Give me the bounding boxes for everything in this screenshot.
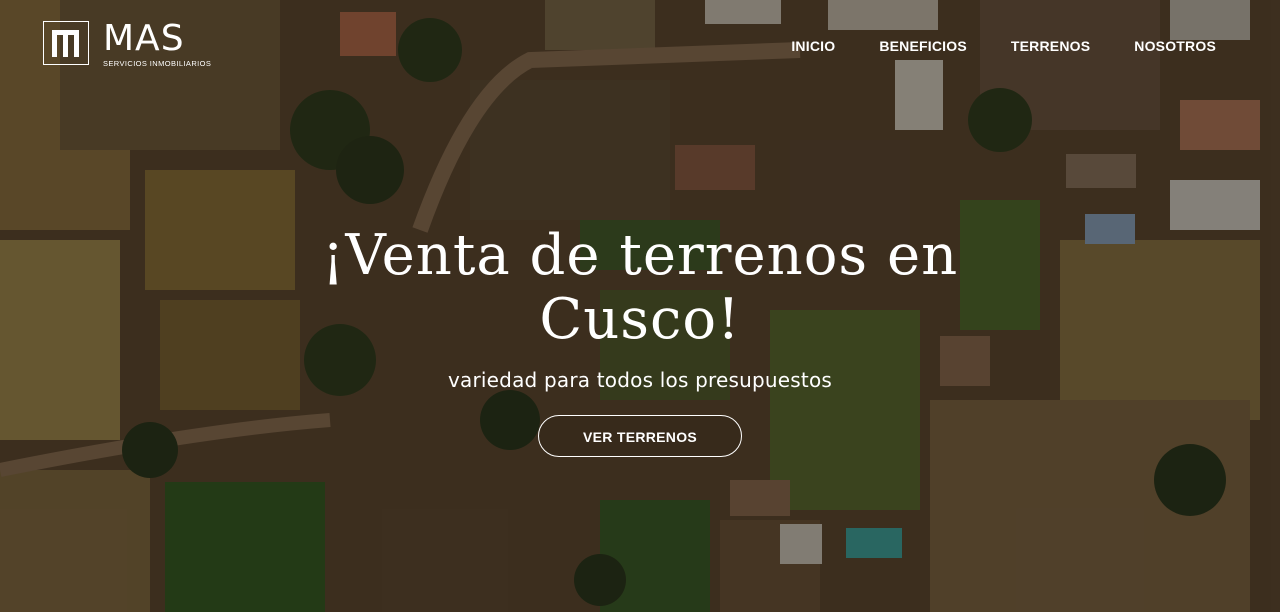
brand-name: MAS: [103, 18, 185, 59]
hero-section: MAS SERVICIOS INMOBILIARIOS INICIO BENEF…: [0, 0, 1280, 612]
ver-terrenos-button[interactable]: VER TERRENOS: [538, 415, 742, 457]
brand-tagline: SERVICIOS INMOBILIARIOS: [103, 59, 212, 68]
hero-content: ¡Venta de terrenos en Cusco! variedad pa…: [0, 224, 1280, 457]
logo-mark-icon: [43, 21, 89, 65]
nav-link-inicio[interactable]: INICIO: [791, 38, 835, 54]
brand-logo[interactable]: MAS SERVICIOS INMOBILIARIOS: [43, 21, 211, 68]
logo-text: MAS SERVICIOS INMOBILIARIOS: [103, 21, 211, 68]
main-nav: INICIO BENEFICIOS TERRENOS NOSOTROS: [791, 38, 1216, 54]
site-header: MAS SERVICIOS INMOBILIARIOS INICIO BENEF…: [0, 0, 1280, 90]
hero-title: ¡Venta de terrenos en Cusco!: [321, 223, 959, 352]
hero-subtitle: variedad para todos los presupuestos: [448, 368, 832, 392]
nav-link-nosotros[interactable]: NOSOTROS: [1134, 38, 1216, 54]
nav-link-terrenos[interactable]: TERRENOS: [1011, 38, 1090, 54]
nav-link-beneficios[interactable]: BENEFICIOS: [879, 38, 967, 54]
